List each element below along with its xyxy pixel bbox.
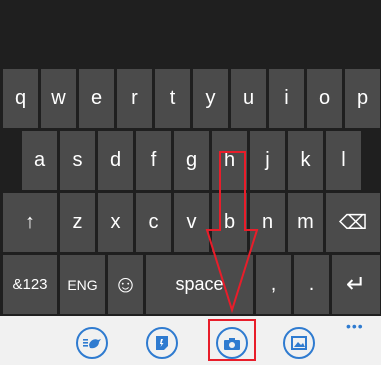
key-d[interactable]: d <box>98 131 133 190</box>
key-x[interactable]: x <box>98 193 133 252</box>
key-i[interactable]: i <box>269 69 304 128</box>
sticker-glyph <box>156 336 168 350</box>
numbers-key[interactable]: &123 <box>3 255 57 314</box>
key-m[interactable]: m <box>288 193 323 252</box>
space-key[interactable]: space <box>146 255 253 314</box>
sticker-icon[interactable] <box>146 327 178 359</box>
key-f[interactable]: f <box>136 131 171 190</box>
gallery-glyph <box>291 336 307 350</box>
key-t[interactable]: t <box>155 69 190 128</box>
language-key[interactable]: ENG <box>60 255 105 314</box>
key-j[interactable]: j <box>250 131 285 190</box>
key-s[interactable]: s <box>60 131 95 190</box>
emoji-key[interactable]: ☺ <box>108 255 143 314</box>
emoticon-bird-icon[interactable] <box>76 327 108 359</box>
key-e[interactable]: e <box>79 69 114 128</box>
key-k[interactable]: k <box>288 131 323 190</box>
key-h[interactable]: h <box>212 131 247 190</box>
key-u[interactable]: u <box>231 69 266 128</box>
key-n[interactable]: n <box>250 193 285 252</box>
key-q[interactable]: q <box>3 69 38 128</box>
key-r[interactable]: r <box>117 69 152 128</box>
gallery-icon[interactable] <box>283 327 315 359</box>
enter-key[interactable]: ↵ <box>332 255 380 314</box>
shift-key[interactable]: ↑ <box>3 193 57 252</box>
period-key[interactable]: . <box>294 255 329 314</box>
backspace-key[interactable]: ⌫ <box>326 193 380 252</box>
key-l[interactable]: l <box>326 131 361 190</box>
key-o[interactable]: o <box>307 69 342 128</box>
key-p[interactable]: p <box>345 69 380 128</box>
comma-key[interactable]: , <box>256 255 291 314</box>
key-a[interactable]: a <box>22 131 57 190</box>
key-c[interactable]: c <box>136 193 171 252</box>
key-g[interactable]: g <box>174 131 209 190</box>
bird-glyph <box>83 339 101 349</box>
camera-highlight-box <box>208 319 256 361</box>
key-y[interactable]: y <box>193 69 228 128</box>
key-v[interactable]: v <box>174 193 209 252</box>
key-b[interactable]: b <box>212 193 247 252</box>
more-icon[interactable]: ••• <box>346 318 364 334</box>
app-bar <box>0 316 381 365</box>
key-w[interactable]: w <box>41 69 76 128</box>
key-z[interactable]: z <box>60 193 95 252</box>
